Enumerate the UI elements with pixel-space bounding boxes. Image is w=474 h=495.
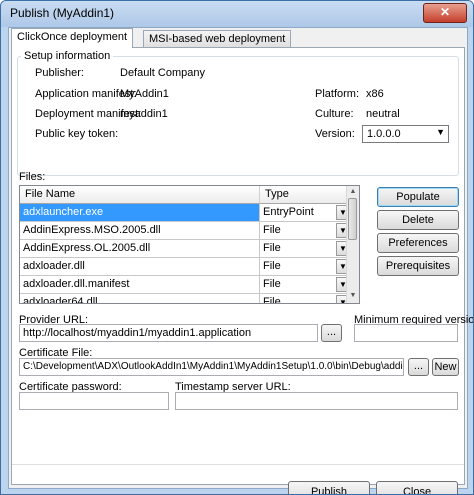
table-row[interactable]: AddinExpress.OL.2005.dll File ▼ [20,240,359,258]
publisher-label: Publisher: [35,67,84,79]
file-type-select[interactable]: File ▼ [260,276,350,294]
provider-url-input[interactable]: http://localhost/myaddin1/myaddin1.appli… [19,324,318,342]
provider-browse-button[interactable]: ... [321,324,342,342]
footer-divider [12,464,464,465]
culture-label: Culture: [315,108,354,120]
table-row[interactable]: adxlauncher.exe EntryPoint ▼ [20,204,359,222]
file-name-cell[interactable]: AddinExpress.OL.2005.dll [20,240,260,258]
file-type-value: File [263,260,281,272]
file-type-select[interactable]: File ▼ [260,258,350,276]
minimum-required-version-input[interactable] [354,324,458,342]
populate-button[interactable]: Populate [377,187,459,207]
timestamp-server-url-input[interactable] [175,392,458,410]
file-type-select[interactable]: File ▼ [260,222,350,240]
file-type-value: File [263,242,281,254]
file-type-select[interactable]: EntryPoint ▼ [260,204,350,222]
files-label: Files: [19,171,46,183]
file-type-value: EntryPoint [263,206,314,218]
window-title: Publish (MyAddin1) [10,6,115,20]
certificate-browse-button[interactable]: ... [408,358,429,376]
close-button[interactable]: Close [376,481,458,494]
scrollbar-thumb[interactable] [348,198,357,240]
deployment-manifest-value: myaddin1 [120,108,168,120]
scroll-down-icon[interactable]: ▼ [348,291,358,301]
column-header-file-name[interactable]: File Name [20,186,260,204]
application-manifest-value: MyAddin1 [120,88,169,100]
column-header-type[interactable]: Type [260,186,347,204]
files-scrollbar[interactable]: ▲ ▼ [346,186,359,303]
files-grid[interactable]: File Name Type adxlauncher.exe EntryPoin… [19,185,360,304]
file-name-cell[interactable]: adxlauncher.exe [20,204,260,222]
close-window-icon[interactable]: ✕ [423,3,467,23]
platform-label: Platform: [315,88,360,100]
publish-dialog: Publish (MyAddin1) ✕ ClickOnce deploymen… [0,0,474,495]
file-type-select[interactable]: File ▼ [260,240,350,258]
publisher-value: Default Company [120,67,205,79]
delete-button[interactable]: Delete [377,210,459,230]
certificate-file-input[interactable]: C:\Development\ADX\OutlookAddIn1\MyAddin… [19,358,404,376]
file-type-value: File [263,278,281,290]
file-name-cell[interactable]: adxloader64.dll [20,294,260,303]
file-type-select[interactable]: File ▼ [260,294,350,304]
dialog-client: ClickOnce deployment MSI-based web deplo… [8,27,473,494]
platform-value: x86 [366,88,384,100]
version-select-value: 1.0.0.0 [367,128,401,140]
new-certificate-button[interactable]: New [432,358,459,376]
table-row[interactable]: AddinExpress.MSO.2005.dll File ▼ [20,222,359,240]
certificate-password-input[interactable] [19,392,169,410]
version-label: Version: [315,128,355,140]
tab-msi-web-deployment[interactable]: MSI-based web deployment [143,30,292,48]
table-row[interactable]: adxloader64.dll File ▼ [20,294,359,304]
setup-information-label: Setup information [21,50,114,62]
file-name-cell[interactable]: AddinExpress.MSO.2005.dll [20,222,260,240]
scroll-up-icon[interactable]: ▲ [348,187,358,197]
file-type-value: File [263,224,281,236]
table-row[interactable]: adxloader.dll File ▼ [20,258,359,276]
file-name-cell[interactable]: adxloader.dll [20,258,260,276]
publish-button[interactable]: Publish [288,481,370,494]
public-key-token-label: Public key token: [35,128,119,140]
version-select[interactable]: 1.0.0.0 ▼ [362,125,449,143]
tab-panel-clickonce: Setup information Publisher: Default Com… [11,47,473,494]
file-type-value: File [263,296,281,304]
file-name-cell[interactable]: adxloader.dll.manifest [20,276,260,294]
prerequisites-button[interactable]: Prerequisites [377,256,459,276]
tab-clickonce-deployment[interactable]: ClickOnce deployment [11,28,134,48]
table-row[interactable]: adxloader.dll.manifest File ▼ [20,276,359,294]
chevron-down-icon: ▼ [436,127,445,137]
culture-value: neutral [366,108,400,120]
title-bar[interactable]: Publish (MyAddin1) ✕ [1,1,473,27]
preferences-button[interactable]: Preferences [377,233,459,253]
